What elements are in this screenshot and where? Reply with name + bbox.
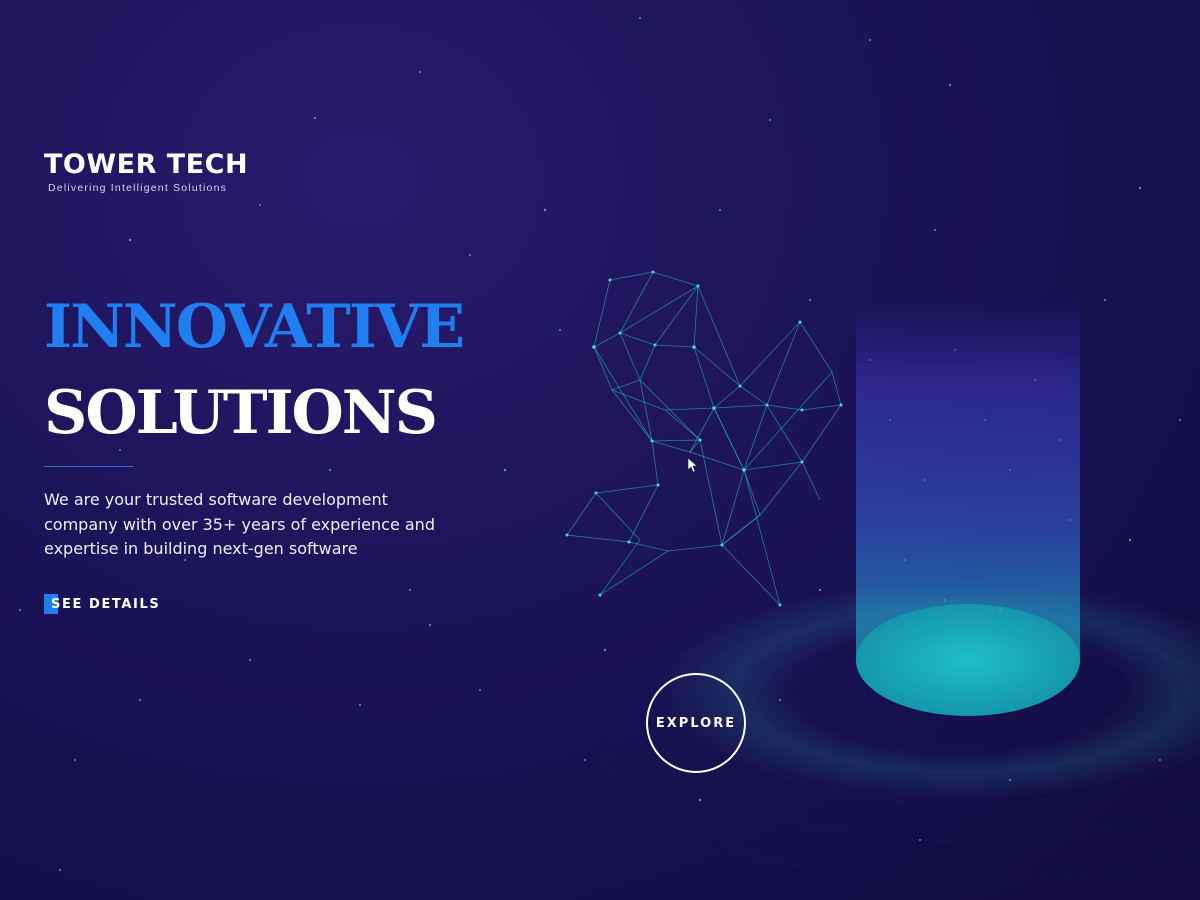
- explore-button[interactable]: EXPLORE: [646, 673, 746, 773]
- hero-illustration: [565, 190, 1200, 883]
- brand-logo[interactable]: TOWER TECH Delivering Intelligent Soluti…: [44, 149, 249, 195]
- hero-headline-line1: INNOVATIVE: [44, 292, 465, 362]
- headline-divider: [44, 466, 133, 467]
- explore-label: EXPLORE: [655, 715, 737, 731]
- hero-headline-line2: SOLUTIONS: [44, 378, 438, 448]
- see-details-button[interactable]: SEE DETAILS: [44, 594, 160, 614]
- brand-name: TOWER TECH: [44, 149, 249, 180]
- background-starfield: [19, 17, 1181, 871]
- see-details-label: SEE DETAILS: [51, 596, 161, 612]
- hero-description: We are your trusted software development…: [44, 490, 435, 558]
- brand-tagline: Delivering Intelligent Solutions: [48, 182, 228, 194]
- mouse-pointer-icon: [687, 457, 698, 473]
